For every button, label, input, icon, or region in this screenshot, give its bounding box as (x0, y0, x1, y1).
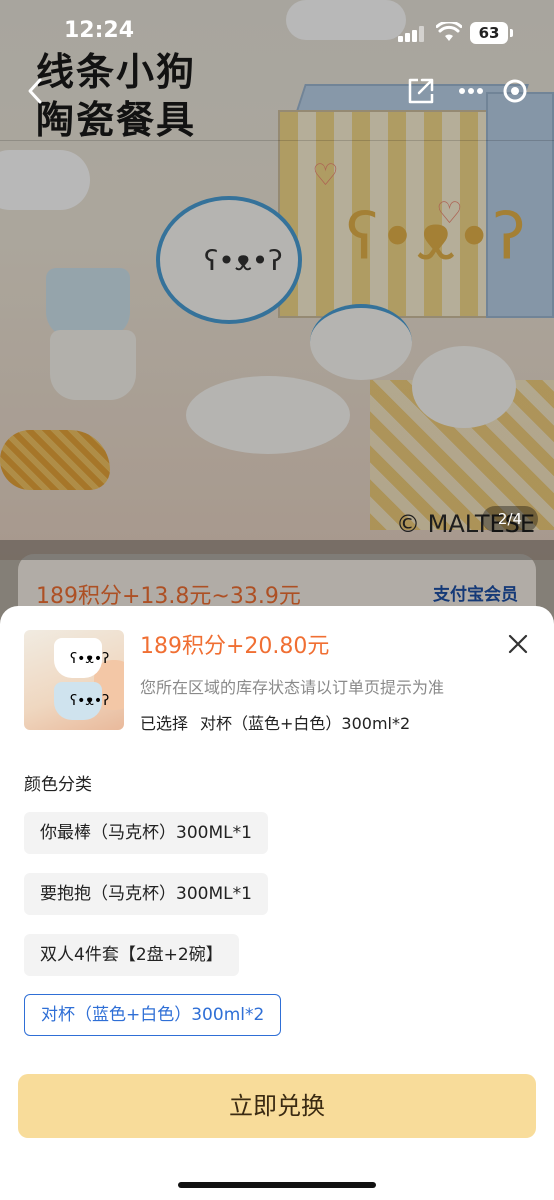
option-chip-selected[interactable]: 对杯（蓝色+白色）300ml*2 (24, 994, 282, 1036)
back-icon[interactable] (20, 74, 54, 108)
close-icon[interactable] (500, 626, 536, 662)
product-thumbnail: ʕ•ᴥ•ʔ ʕ•ᴥ•ʔ (24, 630, 124, 730)
mini-program-close-icon[interactable] (498, 74, 532, 108)
home-indicator[interactable] (178, 1182, 376, 1188)
wifi-icon (436, 22, 462, 41)
sheet-price: 189积分+20.80元 (140, 634, 330, 659)
stock-note: 您所在区域的库存状态请以订单页提示为准 (140, 678, 445, 697)
dog-icon: ʕ•ᴥ•ʔ (70, 693, 110, 709)
option-chip[interactable]: 你最棒（马克杯）300ML*1 (24, 812, 268, 854)
redeem-button[interactable]: 立即兑换 (18, 1074, 536, 1138)
status-bar: 12:24 63 (0, 0, 554, 66)
sku-selector-sheet: ʕ•ᴥ•ʔ ʕ•ᴥ•ʔ 189积分+20.80元 您所在区域的库存状态请以订单页… (0, 606, 554, 1200)
image-pager: 2/4 (482, 506, 538, 532)
battery-tip (510, 29, 513, 37)
nav-bar (0, 66, 554, 116)
more-icon[interactable] (454, 74, 488, 108)
selected-label: 已选择 (140, 714, 189, 733)
selected-value: 对杯（蓝色+白色）300ml*2 (200, 714, 411, 733)
option-chip[interactable]: 要抱抱（马克杯）300ML*1 (24, 873, 268, 915)
signal-icon (398, 26, 426, 42)
nav-divider (0, 140, 554, 141)
status-time: 12:24 (64, 18, 135, 43)
share-icon[interactable] (404, 74, 438, 108)
selected-summary: 已选择 对杯（蓝色+白色）300ml*2 (140, 710, 410, 734)
battery-icon: 63 (470, 22, 508, 44)
color-category-label: 颜色分类 (24, 775, 92, 795)
option-chip[interactable]: 双人4件套【2盘+2碗】 (24, 934, 239, 976)
dog-icon: ʕ•ᴥ•ʔ (70, 651, 110, 667)
